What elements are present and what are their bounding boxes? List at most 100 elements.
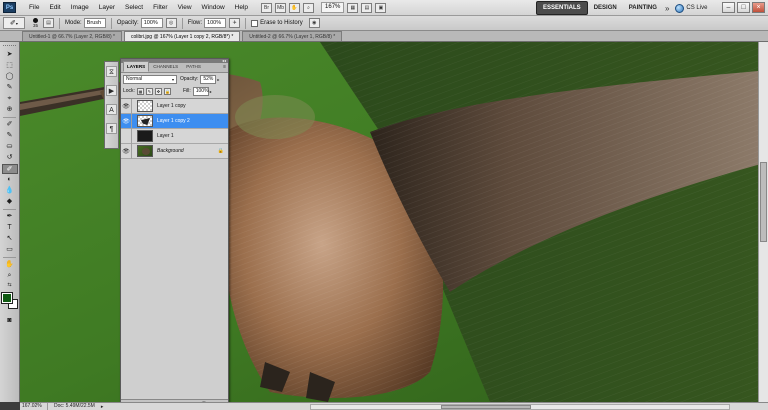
toolbox-grip[interactable] xyxy=(3,45,16,48)
brush-panel-toggle-icon[interactable]: ▤ xyxy=(43,18,55,28)
maximize-button[interactable]: □ xyxy=(737,2,750,13)
fill-field[interactable]: 100% xyxy=(192,86,209,96)
status-zoom[interactable]: 167.02% xyxy=(20,403,48,410)
arrange-documents-icon[interactable]: ▤ xyxy=(361,2,373,13)
tab-layers[interactable]: LAYERS xyxy=(123,61,150,72)
horizontal-scroll-thumb[interactable] xyxy=(441,405,531,409)
dodge-tool-icon[interactable]: ◆ xyxy=(2,197,18,207)
visibility-eye-icon[interactable]: 👁 xyxy=(121,113,132,129)
visibility-eye-icon[interactable]: 👁 xyxy=(121,143,132,159)
divider xyxy=(3,209,16,210)
visibility-eye-icon[interactable] xyxy=(121,128,132,144)
tab-colibri[interactable]: colibri.jpg @ 167% (Layer 1 copy 2, RGB/… xyxy=(123,31,241,41)
tab-untitled-1[interactable]: Untitled-1 @ 66.7% (Layer 2, RGB/8) * xyxy=(22,31,122,41)
type-tool-icon[interactable]: T xyxy=(2,223,18,233)
panel-menu-icon[interactable]: ≡ xyxy=(223,63,228,72)
history-panel-icon[interactable]: ⧖ xyxy=(106,66,117,77)
tab-paths[interactable]: PATHS xyxy=(182,61,205,72)
menu-view[interactable]: View xyxy=(173,0,197,16)
marquee-tool-icon[interactable]: ⬚ xyxy=(2,61,18,71)
eyedropper-tool-icon[interactable]: ⊕ xyxy=(2,105,18,115)
lock-transparent-icon[interactable]: ▦ xyxy=(136,87,144,95)
brush-preset-picker[interactable]: 35 xyxy=(33,18,38,28)
pressure-opacity-icon[interactable]: ◎ xyxy=(165,18,177,28)
flow-field[interactable]: 100% xyxy=(204,18,227,28)
workspace-painting[interactable]: PAINTING xyxy=(623,2,663,14)
horizontal-scrollbar[interactable] xyxy=(310,404,730,410)
pen-tool-icon[interactable]: ✒ xyxy=(2,212,18,222)
cs-live-button[interactable]: CS Live xyxy=(675,3,707,13)
workspace-essentials[interactable]: ESSENTIALS xyxy=(536,1,588,15)
mode-dropdown[interactable]: Brush xyxy=(83,18,106,28)
view-extras-icon[interactable]: ▦ xyxy=(347,2,359,13)
blend-mode-dropdown[interactable]: Normal ▾ xyxy=(123,74,177,84)
menubar-shortcuts: Br Mb ✋ ⌕ 167% ▦ ▤ ▣ xyxy=(261,2,387,13)
document-tabs: Untitled-1 @ 66.7% (Layer 2, RGB/8) * co… xyxy=(0,31,768,42)
chevron-right-icon[interactable]: ▸ xyxy=(210,89,212,94)
path-selection-tool-icon[interactable]: ↖ xyxy=(2,234,18,244)
actions-panel-icon[interactable]: ▶ xyxy=(106,85,117,96)
menu-select[interactable]: Select xyxy=(120,0,148,16)
tab-channels[interactable]: CHANNELS xyxy=(149,61,182,72)
screen-mode-icon[interactable]: ▣ xyxy=(375,2,387,13)
move-tool-icon[interactable]: ➤ xyxy=(2,50,18,60)
foreground-color-swatch[interactable] xyxy=(0,292,13,304)
crop-tool-icon[interactable]: ⌖ xyxy=(2,94,18,104)
lock-all-icon[interactable]: 🔒 xyxy=(163,87,171,95)
brush-tool-icon[interactable]: ✎ xyxy=(2,131,18,141)
paragraph-panel-icon[interactable]: ¶ xyxy=(106,123,117,134)
window-controls: – □ × xyxy=(722,2,765,13)
healing-brush-tool-icon[interactable]: ✐ xyxy=(2,120,18,130)
history-brush-tool-icon[interactable]: ↺ xyxy=(2,153,18,163)
erase-to-history-checkbox[interactable] xyxy=(251,19,259,27)
hand-tool-icon[interactable]: ✋ xyxy=(289,2,301,13)
layer-row-layer-1[interactable]: Layer 1 xyxy=(121,128,228,144)
zoom-tool-icon[interactable]: ⌕ xyxy=(303,2,315,13)
tab-untitled-2[interactable]: Untitled-2 @ 66.7% (Layer 1, RGB/8) * xyxy=(242,31,343,41)
menu-file[interactable]: File xyxy=(24,0,44,16)
lasso-tool-icon[interactable]: ◯ xyxy=(2,72,18,82)
menu-filter[interactable]: Filter xyxy=(148,0,172,16)
layer-row-layer-1-copy-2[interactable]: 👁 Layer 1 copy 2 xyxy=(121,113,228,129)
visibility-eye-icon[interactable]: 👁 xyxy=(121,98,132,114)
zoom-tool-icon[interactable]: ⌕ xyxy=(2,271,18,281)
zoom-level-dropdown[interactable]: 167% xyxy=(321,2,345,13)
menu-edit[interactable]: Edit xyxy=(44,0,65,16)
vertical-scroll-thumb[interactable] xyxy=(760,162,767,242)
quick-mask-icon[interactable]: ◙ xyxy=(2,316,18,326)
more-workspaces-icon[interactable]: » xyxy=(665,4,669,13)
menu-window[interactable]: Window xyxy=(197,0,230,16)
layer-row-background[interactable]: 👁 Background 🔒 xyxy=(121,143,228,159)
tool-preset-picker[interactable]: ✐ ▾ xyxy=(3,17,25,29)
mini-bridge-icon[interactable]: Mb xyxy=(275,2,287,13)
divider xyxy=(3,117,16,118)
status-menu-icon[interactable]: ▸ xyxy=(101,404,104,410)
pressure-size-icon[interactable]: ◉ xyxy=(308,18,320,28)
hand-tool-icon[interactable]: ✋ xyxy=(2,260,18,270)
workspace-design[interactable]: DESIGN xyxy=(588,2,623,14)
clone-stamp-tool-icon[interactable]: ⛀ xyxy=(2,142,18,152)
opacity-label: Opacity: xyxy=(116,20,139,26)
eraser-tool-icon[interactable]: ✐ xyxy=(1,164,18,174)
airbrush-icon[interactable]: ✈ xyxy=(229,18,241,28)
layer-row-layer-1-copy[interactable]: 👁 Layer 1 copy xyxy=(121,98,228,114)
character-panel-icon[interactable]: A xyxy=(106,104,117,115)
chevron-right-icon[interactable]: ▸ xyxy=(217,77,219,82)
layer-list: 👁 Layer 1 copy 👁 Layer 1 copy 2 Layer 1 … xyxy=(121,98,228,159)
shape-tool-icon[interactable]: ▭ xyxy=(2,245,18,255)
lock-image-icon[interactable]: ✎ xyxy=(145,87,153,95)
quick-selection-tool-icon[interactable]: ✎ xyxy=(2,83,18,93)
minimize-button[interactable]: – xyxy=(722,2,735,13)
opacity-field[interactable]: 100% xyxy=(140,18,163,28)
gradient-tool-icon[interactable]: ◐ xyxy=(2,175,18,185)
menu-image[interactable]: Image xyxy=(66,0,94,16)
bridge-icon[interactable]: Br xyxy=(261,2,273,13)
layer-opacity-field[interactable]: 52% xyxy=(200,74,217,84)
lock-position-icon[interactable]: ✥ xyxy=(154,87,162,95)
menu-help[interactable]: Help xyxy=(230,0,253,16)
blur-tool-icon[interactable]: 💧 xyxy=(2,186,18,196)
menu-layer[interactable]: Layer xyxy=(94,0,120,16)
vertical-scrollbar[interactable] xyxy=(758,42,768,402)
close-button[interactable]: × xyxy=(752,2,765,13)
swap-colors-icon[interactable]: ⇆ xyxy=(2,282,18,289)
